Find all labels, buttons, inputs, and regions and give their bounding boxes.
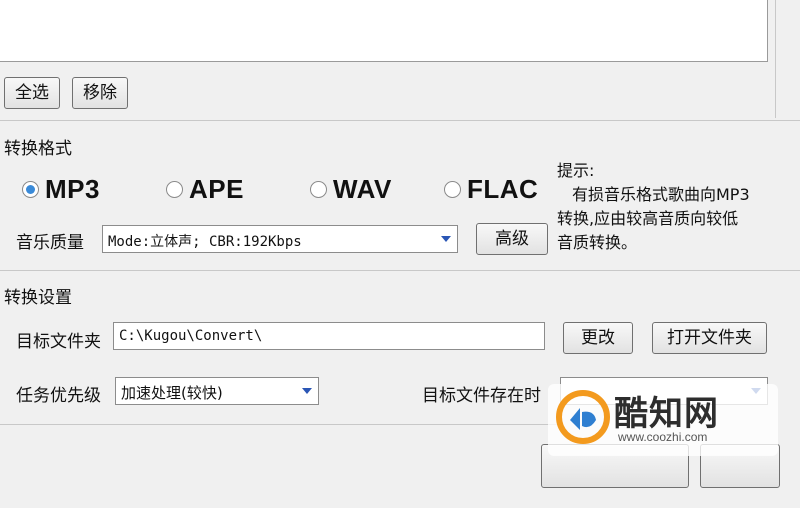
format-label-mp3: MP3 [45,174,100,204]
radio-flac[interactable] [444,181,461,198]
watermark: 酷知网 www.coozhi.com [548,384,778,456]
advanced-button[interactable]: 高级 [476,223,548,255]
exists-label: 目标文件存在时 [422,386,541,406]
priority-value: 加速处理(较快) [121,384,223,402]
format-label-wav: WAV [333,174,392,204]
select-all-button[interactable]: 全选 [4,77,60,109]
format-section-title: 转换格式 [4,139,72,159]
divider [0,120,800,121]
divider [0,424,560,425]
watermark-title: 酷知网 [614,394,719,434]
coozhi-logo-icon [556,390,610,444]
quality-select[interactable]: Mode:立体声; CBR:192Kbps [102,225,458,253]
format-option-wav[interactable]: WAV [310,174,392,205]
quality-label: 音乐质量 [16,233,84,253]
change-folder-button[interactable]: 更改 [563,322,633,354]
priority-label: 任务优先级 [16,386,101,406]
file-list[interactable] [0,0,768,62]
format-label-ape: APE [189,174,244,204]
hint-line-2: 转换,应由较高音质向较低 [557,209,739,228]
format-option-flac[interactable]: FLAC [444,174,538,205]
target-folder-label: 目标文件夹 [16,332,101,352]
settings-section-title: 转换设置 [4,288,72,308]
chevron-down-icon[interactable] [435,226,457,252]
remove-button[interactable]: 移除 [72,77,128,109]
target-folder-field[interactable] [114,323,544,349]
quality-value: Mode:立体声; CBR:192Kbps [108,234,302,250]
radio-mp3[interactable] [22,181,39,198]
divider [0,270,800,271]
hint-line-3: 音质转换。 [557,233,638,252]
radio-wav[interactable] [310,181,327,198]
hint-title: 提示: [557,161,595,180]
format-option-ape[interactable]: APE [166,174,244,205]
format-option-mp3[interactable]: MP3 [22,174,100,205]
chevron-down-icon[interactable] [296,378,318,404]
open-folder-button[interactable]: 打开文件夹 [652,322,767,354]
hint-line-1: 有损音乐格式歌曲向MP3 [572,185,750,204]
target-folder-input[interactable] [113,322,545,350]
watermark-url: www.coozhi.com [618,430,708,444]
format-label-flac: FLAC [467,174,539,204]
radio-ape[interactable] [166,181,183,198]
right-border [775,0,776,118]
priority-select[interactable]: 加速处理(较快) [115,377,319,405]
